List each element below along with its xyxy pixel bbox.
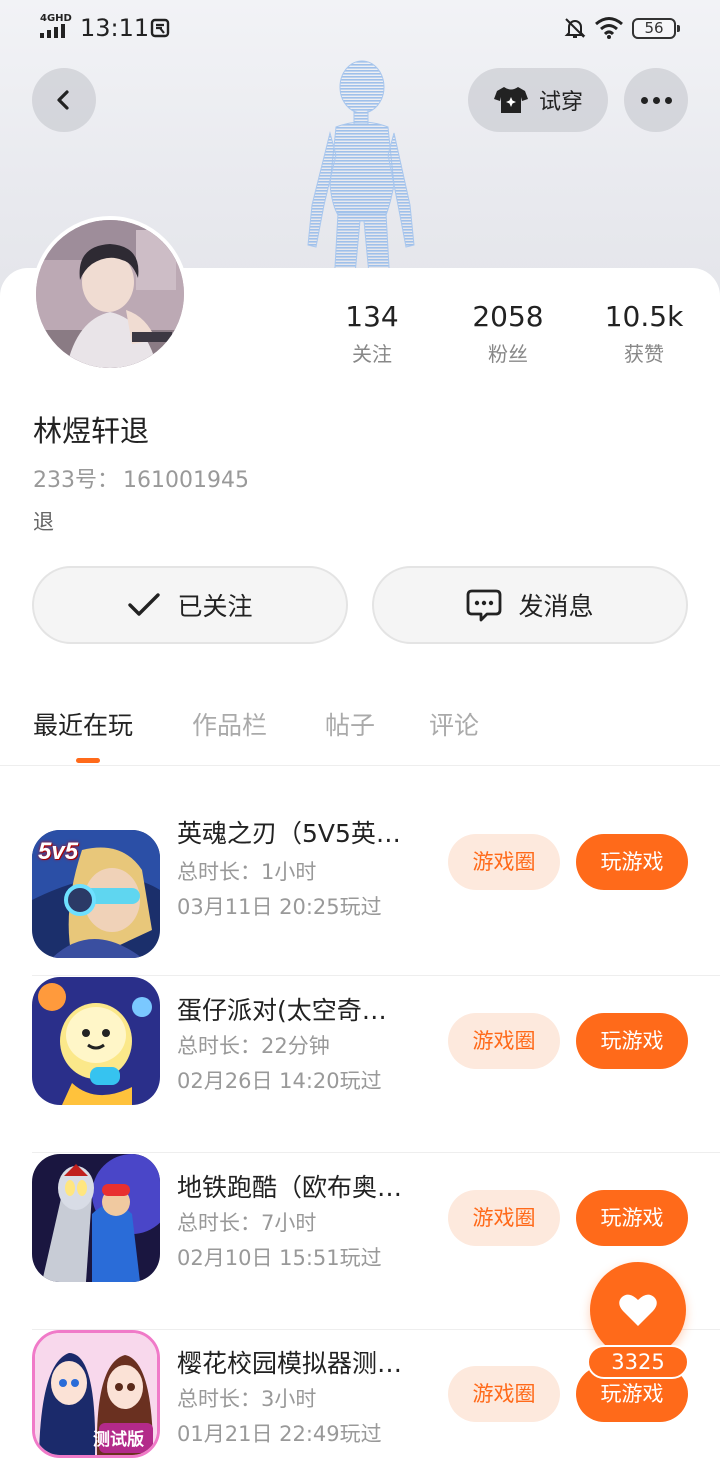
profile-tabs: 最近在玩 作品栏 帖子 评论 <box>0 700 720 766</box>
like-count: 3325 <box>587 1345 689 1379</box>
game-duration: 总时长：3小时 <box>177 1387 317 1411</box>
like-button[interactable] <box>590 1262 686 1358</box>
following-label: 关注 <box>352 342 392 366</box>
more-options-button[interactable] <box>624 68 688 132</box>
hero-game-icon: 5v5 <box>32 830 160 958</box>
hero-game-icon-text: 5v5 <box>38 838 79 865</box>
row-divider <box>32 975 720 976</box>
game-last-played: 02月26日 14:20玩过 <box>177 1069 382 1093</box>
chat-bubble-icon <box>467 589 502 622</box>
play-game-button[interactable]: 玩游戏 <box>576 1013 688 1069</box>
following-stat[interactable]: 134 关注 <box>307 300 437 367</box>
network-type: 4GHD <box>40 13 72 24</box>
list-item[interactable]: 蛋仔派对(太空奇… 总时长：22分钟 02月26日 14:20玩过 游戏圈 玩游… <box>0 977 720 1153</box>
game-duration: 总时长：7小时 <box>177 1211 317 1235</box>
game-circle-button[interactable]: 游戏圈 <box>448 1013 560 1069</box>
tab-recently-played[interactable]: 最近在玩 <box>33 706 133 742</box>
fans-label: 粉丝 <box>488 342 528 366</box>
game-name: 蛋仔派对(太空奇… <box>177 996 387 1025</box>
notification-icon <box>150 18 170 38</box>
game-last-played: 01月21日 22:49玩过 <box>177 1422 382 1446</box>
tab-comments[interactable]: 评论 <box>429 706 479 742</box>
row-divider <box>32 1152 720 1153</box>
status-time: 13:11 <box>80 14 150 42</box>
game-duration: 总时长：22分钟 <box>177 1034 330 1058</box>
game-last-played: 03月11日 20:25玩过 <box>177 895 382 919</box>
bell-muted-icon <box>564 18 586 38</box>
tshirt-icon <box>493 87 528 113</box>
tab-posts[interactable]: 帖子 <box>325 706 375 742</box>
play-game-button[interactable]: 玩游戏 <box>576 1190 688 1246</box>
tab-works[interactable]: 作品栏 <box>192 706 267 742</box>
more-dot-icon <box>640 96 648 104</box>
followed-label: 已关注 <box>177 592 253 621</box>
likes-stat[interactable]: 10.5k 获赞 <box>579 300 709 367</box>
avatar-image <box>36 220 184 368</box>
fans-stat[interactable]: 2058 粉丝 <box>443 300 573 367</box>
back-button[interactable] <box>32 68 96 132</box>
user-id: 233号： 161001945 <box>33 462 249 494</box>
send-message-button[interactable]: 发消息 <box>372 566 688 644</box>
game-name: 地铁跑酷（欧布奥… <box>177 1173 403 1202</box>
list-item[interactable]: 5v5 英魂之刃（5V5英… 总时长：1小时 03月11日 20:25玩过 游戏… <box>0 800 720 976</box>
play-game-button[interactable]: 玩游戏 <box>576 834 688 890</box>
try-on-label: 试穿 <box>538 90 583 115</box>
more-dot-icon <box>664 96 672 104</box>
game-circle-button[interactable]: 游戏圈 <box>448 1366 560 1422</box>
check-icon <box>128 593 161 616</box>
user-id-label: 233号： <box>33 468 119 493</box>
user-id-value: 161001945 <box>123 468 249 493</box>
game-name: 樱花校园模拟器测… <box>177 1349 403 1378</box>
sakura-school-icon: 测试版 <box>32 1330 160 1458</box>
status-bar: 4GHD 13:11 56 <box>0 0 720 56</box>
likes-label: 获赞 <box>624 342 664 366</box>
game-last-played: 02月10日 15:51玩过 <box>177 1246 382 1270</box>
user-bio: 退 <box>33 510 54 534</box>
heart-icon <box>619 1294 657 1326</box>
sakura-school-icon-text: 测试版 <box>93 1430 144 1450</box>
following-count: 134 <box>345 300 399 333</box>
fans-count: 2058 <box>472 300 544 333</box>
followed-button[interactable]: 已关注 <box>32 566 348 644</box>
signal-icon <box>40 24 65 38</box>
likes-count: 10.5k <box>604 300 684 333</box>
wifi-icon <box>595 17 623 39</box>
subway-surfers-icon <box>32 1154 160 1282</box>
avatar[interactable] <box>32 216 188 372</box>
chevron-left-icon <box>57 90 69 110</box>
battery-indicator: 56 <box>632 18 680 39</box>
game-name: 英魂之刃（5V5英… <box>177 819 401 848</box>
send-message-label: 发消息 <box>518 592 594 621</box>
try-on-button[interactable]: 试穿 <box>468 68 608 132</box>
game-duration: 总时长：1小时 <box>177 860 317 884</box>
user-nickname: 林煜轩退 <box>33 414 150 448</box>
eggy-party-icon <box>32 977 160 1105</box>
active-tab-indicator <box>76 758 100 763</box>
game-circle-button[interactable]: 游戏圈 <box>448 834 560 890</box>
game-circle-button[interactable]: 游戏圈 <box>448 1190 560 1246</box>
more-dot-icon <box>652 96 660 104</box>
avatar-hologram-figure <box>307 60 415 285</box>
